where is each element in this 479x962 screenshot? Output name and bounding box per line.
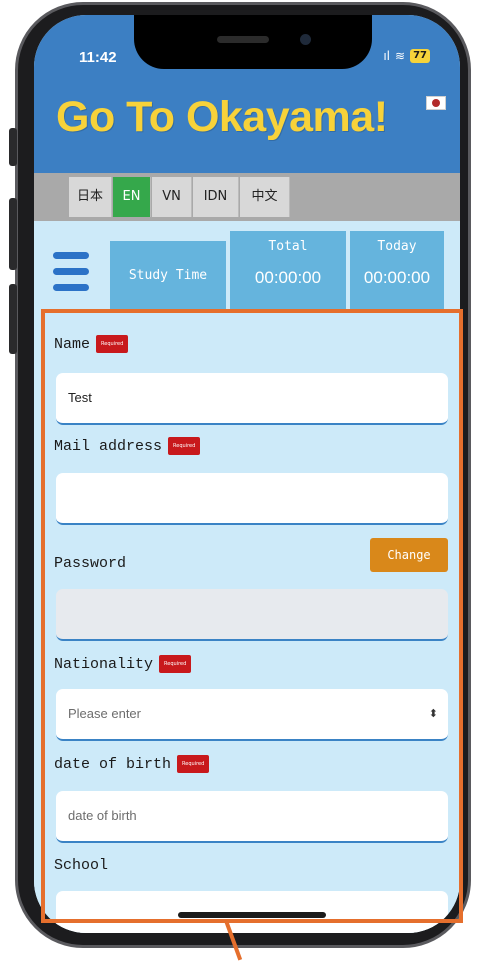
today-time-label: Today <box>377 239 417 254</box>
lang-tab-japanese[interactable]: 日本 <box>69 177 112 217</box>
lang-tab-vietnamese[interactable]: VN <box>152 177 192 217</box>
lang-tab-chinese[interactable]: 中文 <box>240 177 290 217</box>
total-time-label: Total <box>268 239 308 254</box>
menu-icon[interactable] <box>53 252 89 300</box>
status-time: 11:42 <box>79 49 117 66</box>
wifi-icon: ≋ <box>395 49 406 63</box>
status-icons: ıl ≋ 77 <box>383 49 430 63</box>
lang-tab-indonesian[interactable]: IDN <box>193 177 239 217</box>
notch <box>134 15 372 69</box>
signal-icon: ıl <box>383 49 391 63</box>
battery-icon: 77 <box>410 49 430 63</box>
japan-flag-icon <box>426 96 446 110</box>
total-time-value: 00:00:00 <box>254 268 322 287</box>
highlight-box <box>41 309 463 923</box>
speaker-grille <box>217 36 269 43</box>
camera-icon <box>300 34 311 45</box>
lang-tab-english[interactable]: EN <box>113 177 151 217</box>
app-title: Go To Okayama! <box>56 93 388 141</box>
phone-volume-down <box>9 284 17 354</box>
menu-icon-bar <box>53 268 89 275</box>
total-time-box: Total 00:00:00 <box>230 231 346 311</box>
phone-side-button <box>9 128 17 166</box>
phone-volume-up <box>9 198 17 270</box>
menu-icon-bar <box>53 284 89 291</box>
study-time-label: Study Time <box>110 241 226 311</box>
menu-icon-bar <box>53 252 89 259</box>
today-time-box: Today 00:00:00 <box>350 231 444 311</box>
today-time-value: 00:00:00 <box>363 268 431 287</box>
